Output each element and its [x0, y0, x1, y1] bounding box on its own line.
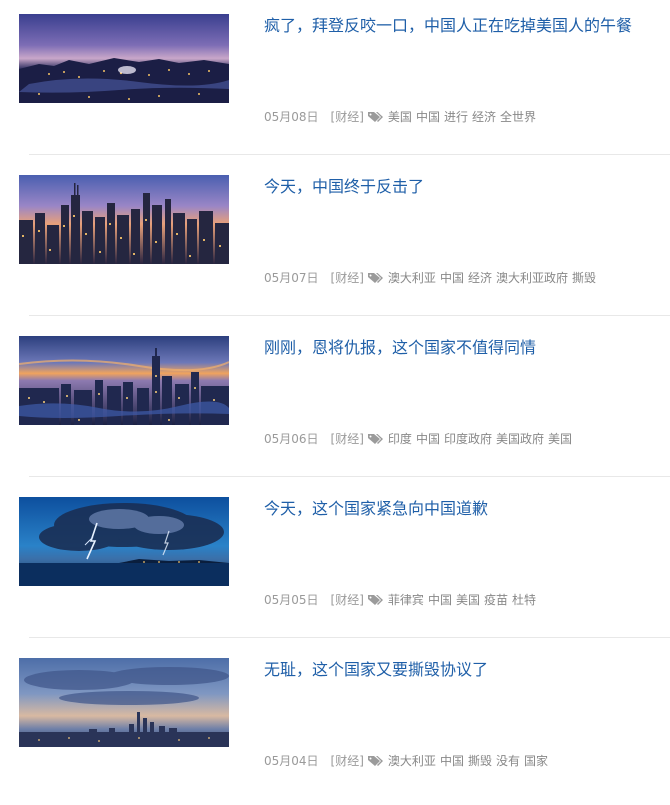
article-category[interactable]: [财经]	[331, 431, 364, 447]
article-date: 05月04日	[264, 754, 319, 768]
list-item: 疯了，拜登反咬一口，中国人正在吃掉美国人的午餐 05月08日 [财经] 美国 中…	[0, 0, 670, 161]
tags-icon	[367, 595, 383, 605]
article-tag[interactable]: 美国	[388, 109, 412, 125]
article-thumbnail[interactable]	[19, 14, 229, 103]
article-tag[interactable]: 美国	[548, 431, 572, 447]
article-tag[interactable]: 全世界	[500, 109, 536, 125]
article-tag[interactable]: 美国政府	[496, 431, 544, 447]
list-item: 刚刚，恩将仇报，这个国家不值得同情 05月06日 [财经] 印度 中国 印度政府…	[0, 322, 670, 483]
article-tag[interactable]: 撕毁	[572, 270, 596, 286]
tags-icon	[367, 434, 383, 444]
list-item: 无耻，这个国家又要撕毁协议了 05月04日 [财经] 澳大利亚 中国 撕毁 没有…	[0, 644, 670, 805]
skyline-dusk-image	[19, 175, 229, 264]
article-thumbnail[interactable]	[19, 175, 229, 264]
article-tag[interactable]: 中国	[428, 592, 452, 608]
divider	[29, 315, 670, 316]
article-meta: 05月05日 [财经] 菲律宾 中国 美国 疫苗 杜特	[264, 592, 540, 608]
list-item: 今天，中国终于反击了 05月07日 [财经] 澳大利亚 中国 经济 澳大利亚政府…	[0, 161, 670, 322]
article-category[interactable]: [财经]	[331, 592, 364, 608]
article-meta: 05月08日 [财经] 美国 中国 进行 经济 全世界	[264, 109, 540, 125]
article-thumbnail[interactable]	[19, 658, 229, 747]
article-tag[interactable]: 进行	[444, 109, 468, 125]
article-date: 05月06日	[264, 432, 319, 446]
article-category[interactable]: [财经]	[331, 109, 364, 125]
article-title[interactable]: 无耻，这个国家又要撕毁协议了	[264, 659, 664, 681]
cloudy-city-image	[19, 658, 229, 747]
article-title[interactable]: 今天，这个国家紧急向中国道歉	[264, 498, 664, 520]
lightning-storm-image	[19, 497, 229, 586]
list-item: 今天，这个国家紧急向中国道歉 05月05日 [财经] 菲律宾 中国 美国 疫苗 …	[0, 483, 670, 644]
article-title[interactable]: 刚刚，恩将仇报，这个国家不值得同情	[264, 337, 664, 359]
article-title[interactable]: 疯了，拜登反咬一口，中国人正在吃掉美国人的午餐	[264, 15, 664, 37]
article-meta: 05月07日 [财经] 澳大利亚 中国 经济 澳大利亚政府 撕毁	[264, 270, 600, 286]
article-category[interactable]: [财经]	[331, 270, 364, 286]
article-tag[interactable]: 经济	[468, 270, 492, 286]
article-list: 疯了，拜登反咬一口，中国人正在吃掉美国人的午餐 05月08日 [财经] 美国 中…	[0, 0, 670, 774]
article-thumbnail[interactable]	[19, 336, 229, 425]
article-tag[interactable]: 印度	[388, 431, 412, 447]
article-tag[interactable]: 印度政府	[444, 431, 492, 447]
river-city-sunset-image	[19, 336, 229, 425]
article-tag[interactable]: 疫苗	[484, 592, 508, 608]
article-date: 05月05日	[264, 593, 319, 607]
tags-icon	[367, 756, 383, 766]
article-title[interactable]: 今天，中国终于反击了	[264, 176, 664, 198]
article-tag[interactable]: 中国	[416, 431, 440, 447]
tags-icon	[367, 273, 383, 283]
article-tag[interactable]: 撕毁	[468, 753, 492, 769]
article-tag[interactable]: 中国	[440, 270, 464, 286]
article-tag[interactable]: 澳大利亚	[388, 753, 436, 769]
article-tag[interactable]: 没有	[496, 753, 520, 769]
article-tag[interactable]: 中国	[440, 753, 464, 769]
article-tag[interactable]: 中国	[416, 109, 440, 125]
tags-icon	[367, 112, 383, 122]
article-tag[interactable]: 国家	[524, 753, 548, 769]
article-tag[interactable]: 菲律宾	[388, 592, 424, 608]
divider	[29, 154, 670, 155]
article-date: 05月08日	[264, 110, 319, 124]
article-tag[interactable]: 澳大利亚	[388, 270, 436, 286]
article-tag[interactable]: 杜特	[512, 592, 536, 608]
article-meta: 05月06日 [财经] 印度 中国 印度政府 美国政府 美国	[264, 431, 576, 447]
city-night-image	[19, 14, 229, 103]
article-date: 05月07日	[264, 271, 319, 285]
divider	[29, 637, 670, 638]
article-meta: 05月04日 [财经] 澳大利亚 中国 撕毁 没有 国家	[264, 753, 552, 769]
article-tag[interactable]: 美国	[456, 592, 480, 608]
article-tag[interactable]: 澳大利亚政府	[496, 270, 568, 286]
article-tag[interactable]: 经济	[472, 109, 496, 125]
divider	[29, 476, 670, 477]
article-thumbnail[interactable]	[19, 497, 229, 586]
article-category[interactable]: [财经]	[331, 753, 364, 769]
